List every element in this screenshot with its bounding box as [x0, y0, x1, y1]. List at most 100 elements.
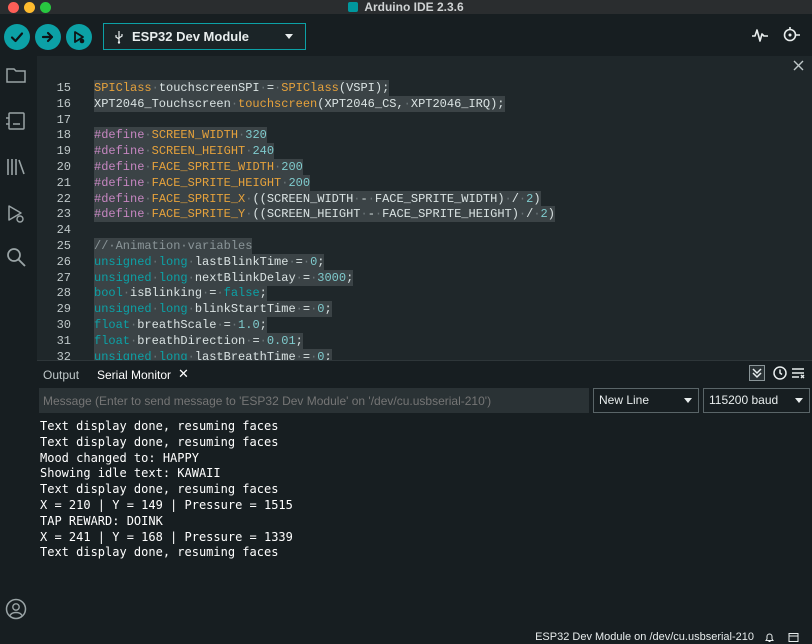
board-port-status[interactable]: ESP32 Dev Module on /dev/cu.usbserial-21…	[535, 631, 754, 643]
code-line[interactable]: 18 #define·SCREEN_WIDTH·320	[37, 127, 812, 144]
tab-output[interactable]: Output	[43, 368, 79, 382]
line-number: 17	[56, 112, 71, 127]
line-ending-select[interactable]: New Line	[593, 388, 699, 413]
code-line[interactable]: 15 SPIClass·touchscreenSPI·=·SPIClass(VSP…	[37, 80, 812, 96]
code-line[interactable]: 27 unsigned·long·nextBlinkDelay·=·3000;	[37, 269, 812, 286]
code-text: #define·FACE_SPRITE_X·((SCREEN_WIDTH·-·F…	[94, 190, 541, 207]
clear-output-icon[interactable]	[790, 365, 806, 381]
serial-monitor-icon[interactable]	[781, 26, 801, 44]
line-number: 32	[56, 349, 71, 360]
line-number: 16	[56, 96, 71, 111]
code-text: #define·FACE_SPRITE_WIDTH·200	[94, 159, 303, 175]
serial-line: Mood changed to: HAPPY	[40, 450, 199, 465]
code-line[interactable]: 31 float·breathDirection·=·0.01;	[37, 332, 812, 349]
code-text: float·breathDirection·=·0.01;	[94, 332, 303, 349]
code-editor[interactable]: 15 SPIClass·touchscreenSPI·=·SPIClass(VSP…	[37, 56, 812, 360]
code-text: unsigned·long·blinkStartTime·=·0;	[94, 301, 332, 318]
code-line[interactable]: 26 unsigned·long·lastBlinkTime·=·0;	[37, 253, 812, 270]
search-icon[interactable]	[5, 246, 27, 268]
toolbar: ESP32 Dev Module	[0, 14, 812, 60]
board-selector[interactable]: ESP32 Dev Module	[103, 23, 306, 50]
serial-plotter-icon[interactable]	[751, 26, 769, 44]
close-icon[interactable]	[793, 60, 804, 71]
code-text: SPIClass·touchscreenSPI·=·SPIClass(VSPI)…	[94, 80, 390, 96]
debug-button[interactable]	[66, 24, 92, 50]
line-number: 19	[56, 144, 71, 159]
code-text: #define·SCREEN_WIDTH·320	[94, 127, 267, 144]
line-number: 15	[56, 81, 71, 95]
line-number: 31	[56, 333, 71, 348]
line-number: 23	[56, 207, 71, 222]
line-number: 21	[56, 175, 71, 190]
timestamp-icon[interactable]	[772, 365, 788, 381]
code-line[interactable]: 23 #define·FACE_SPRITE_Y·((SCREEN_HEIGHT·…	[37, 206, 812, 223]
code-line[interactable]: 29 unsigned·long·blinkStartTime·=·0;	[37, 301, 812, 318]
line-number: 28	[56, 286, 71, 301]
bell-icon[interactable]	[764, 632, 775, 643]
line-number: 27	[56, 270, 71, 285]
serial-line: Text display done, resuming faces	[40, 482, 279, 497]
verify-button[interactable]	[4, 24, 30, 50]
code-text: unsigned·long·nextBlinkDelay·=·3000;	[94, 269, 354, 286]
sidebar	[0, 60, 32, 644]
code-line[interactable]: 25 //·Animation·variables	[37, 238, 812, 254]
code-line[interactable]: 28 bool·isBlinking·=·false;	[37, 285, 812, 302]
bottom-panel: Output Serial Monitor ✕ New Line 115200 …	[37, 360, 812, 630]
code-text: unsigned·long·lastBlinkTime·=·0;	[94, 253, 325, 270]
debug-icon[interactable]	[5, 202, 27, 224]
title-bar: Arduino IDE 2.3.6	[0, 0, 812, 14]
code-line[interactable]: 20 #define·FACE_SPRITE_WIDTH·200	[37, 159, 812, 175]
boards-manager-icon[interactable]	[5, 110, 27, 132]
board-name: ESP32 Dev Module	[132, 29, 250, 44]
baud-rate-value: 115200 baud	[709, 393, 779, 407]
code-line[interactable]: 19 #define·SCREEN_HEIGHT·240	[37, 143, 812, 160]
code-line[interactable]: 30 float·breathScale·=·1.0;	[37, 317, 812, 333]
usb-icon	[115, 30, 123, 44]
line-number: 18	[56, 128, 71, 143]
tab-close-icon[interactable]: ✕	[178, 366, 189, 382]
code-text: float·breathScale·=·1.0;	[94, 317, 267, 333]
serial-message-input[interactable]	[39, 388, 589, 413]
line-number: 22	[56, 191, 71, 206]
chevron-down-icon	[285, 34, 293, 39]
serial-line: X = 210 | Y = 149 | Pressure = 1515	[40, 497, 293, 512]
line-number: 25	[56, 239, 71, 253]
code-line[interactable]: 17	[37, 112, 812, 128]
folder-icon[interactable]	[5, 64, 27, 86]
line-number: 20	[56, 160, 71, 174]
arduino-icon	[348, 2, 359, 12]
layout-icon[interactable]	[788, 632, 799, 643]
code-line[interactable]: 24	[37, 222, 812, 238]
debug-icon	[74, 31, 85, 44]
code-line[interactable]: 22 #define·FACE_SPRITE_X·((SCREEN_WIDTH·-…	[37, 190, 812, 207]
chevrons-down-icon	[752, 368, 762, 379]
status-bar: ESP32 Dev Module on /dev/cu.usbserial-21…	[0, 630, 812, 644]
serial-output: Text display done, resuming faces Text di…	[40, 419, 800, 561]
code-text: #define·FACE_SPRITE_Y·((SCREEN_HEIGHT·-·…	[94, 206, 555, 223]
account-icon[interactable]	[5, 598, 27, 620]
code-text: //·Animation·variables	[94, 238, 253, 254]
library-icon[interactable]	[5, 156, 27, 178]
check-icon	[10, 32, 24, 43]
code-text: #define·SCREEN_HEIGHT·240	[94, 143, 275, 160]
line-number: 24	[56, 223, 71, 238]
serial-line: Showing idle text: KAWAII	[40, 466, 221, 481]
line-ending-value: New Line	[599, 393, 650, 407]
panel-tabs: Output Serial Monitor ✕	[37, 361, 812, 387]
code-text: XPT2046_Touchscreen·touchscreen(XPT2046_…	[94, 95, 505, 112]
autoscroll-button[interactable]	[749, 365, 765, 381]
serial-line: X = 241 | Y = 168 | Pressure = 1339	[40, 529, 293, 544]
window-title: Arduino IDE 2.3.6	[364, 0, 464, 14]
line-number: 29	[56, 302, 71, 317]
code-text: unsigned·long·lastBreathTime·=·0;	[94, 348, 332, 360]
tab-serial-monitor[interactable]: Serial Monitor	[97, 368, 171, 382]
upload-button[interactable]	[35, 24, 61, 50]
code-line[interactable]: 16 XPT2046_Touchscreen·touchscreen(XPT204…	[37, 95, 812, 112]
code-line[interactable]: 32 unsigned·long·lastBreathTime·=·0;	[37, 348, 812, 360]
baud-rate-select[interactable]: 115200 baud	[703, 388, 810, 413]
arrow-right-icon	[41, 31, 54, 43]
chevron-down-icon	[684, 398, 692, 403]
serial-line: TAP REWARD: DOINK	[40, 513, 163, 528]
line-number: 26	[56, 254, 71, 269]
code-line[interactable]: 21 #define·FACE_SPRITE_HEIGHT·200	[37, 174, 812, 191]
